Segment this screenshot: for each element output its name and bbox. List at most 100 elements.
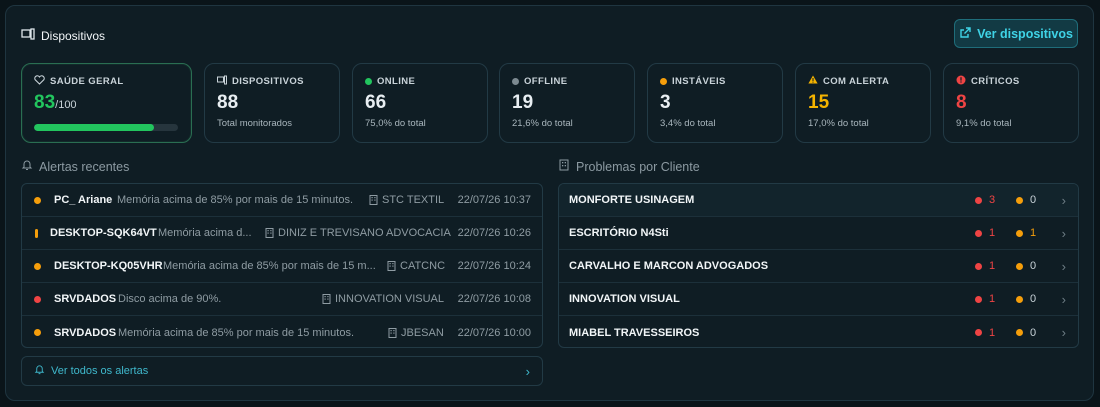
alert-row[interactable]: SRVDADOS Memória acima de 85% por mais d… [22, 316, 542, 347]
alert-client-name: CATCNC [400, 260, 446, 272]
building-icon [369, 195, 378, 205]
online-sub: 75,0% do total [365, 118, 426, 129]
alert-time: 22/07/26 10:37 [457, 194, 531, 206]
bell-icon [34, 364, 45, 378]
online-label: ONLINE [377, 75, 416, 87]
building-icon [387, 261, 396, 271]
view-devices-button[interactable]: Ver dispositivos [954, 19, 1078, 48]
view-all-alerts-label: Ver todos os alertas [51, 365, 149, 377]
devices-sub: Total monitorados [217, 118, 292, 129]
alert-device: PC_ Ariane [54, 194, 113, 206]
health-suffix: /100 [55, 99, 77, 111]
health-label: SAÚDE GERAL [50, 75, 124, 87]
alert-sub: 17,0% do total [808, 118, 869, 129]
chevron-right-icon: › [1061, 258, 1066, 274]
alert-time: 22/07/26 10:00 [457, 326, 531, 339]
warning-count-value: 0 [1030, 326, 1037, 339]
alert-severity-dot [34, 296, 41, 303]
view-devices-label: Ver dispositivos [977, 26, 1073, 41]
alert-client: CATCNC [387, 260, 445, 272]
alert-severity-dot [34, 197, 41, 204]
alert-row[interactable]: DESKTOP-KQ05VHR Memória acima de 85% por… [22, 250, 542, 283]
panel-title: Dispositivos [41, 28, 106, 43]
alert-row[interactable]: DESKTOP-SQK64VT Memória acima d... DINIZ… [22, 217, 542, 250]
alerts-section-header: Alertas recentes [21, 159, 129, 174]
health-progress-bar [34, 124, 178, 131]
building-icon [265, 228, 274, 238]
client-row[interactable]: MIABEL TRAVESSEIROS 1 0 › [559, 316, 1078, 347]
warning-count-value: 0 [1030, 293, 1037, 305]
critical-count: 1 [975, 293, 995, 305]
critical-count-value: 1 [989, 326, 996, 339]
critical-count-value: 3 [989, 194, 996, 206]
chevron-right-icon: › [1061, 225, 1066, 241]
critical-count: 1 [975, 227, 995, 239]
alert-time: 22/07/26 10:24 [457, 260, 531, 272]
warning-count: 1 [1016, 227, 1036, 239]
warning-dot [1016, 329, 1023, 336]
clients-section-title: Problemas por Cliente [576, 159, 700, 174]
critical-dot [975, 295, 982, 303]
critical-count-value: 1 [989, 293, 996, 305]
alert-severity-dot [35, 229, 38, 238]
health-label-row: SAÚDE GERAL [34, 74, 179, 87]
warning-count-value: 0 [1030, 194, 1037, 206]
alert-row[interactable]: SRVDADOS Disco acima de 90%. INNOVATION … [22, 283, 542, 316]
view-all-alerts-button[interactable]: Ver todos os alertas › [21, 356, 543, 386]
warning-dot [1016, 196, 1023, 204]
health-value-row: 83/100 [34, 92, 179, 116]
warning-triangle-icon [808, 75, 818, 87]
alert-card: COM ALERTA 15 17,0% do total [795, 63, 931, 143]
client-row[interactable]: ESCRITÓRIO N4Sti 1 1 › [559, 217, 1078, 250]
critical-count: 3 [975, 194, 995, 206]
warning-dot [1016, 295, 1023, 303]
offline-label: OFFLINE [524, 75, 568, 87]
warning-dot [1016, 229, 1023, 237]
alert-client-name: INNOVATION VISUAL [335, 293, 445, 305]
alert-time: 22/07/26 10:08 [457, 293, 531, 305]
critical-dot [975, 262, 982, 270]
alert-time: 22/07/26 10:26 [457, 227, 531, 239]
alert-message: Memória acima d... [158, 227, 252, 239]
building-icon [558, 159, 570, 174]
critical-count-value: 1 [989, 227, 996, 239]
alert-device: DESKTOP-KQ05VHR [54, 260, 163, 272]
external-link-icon [959, 26, 972, 42]
alert-client: DINIZ E TREVISANO ADVOCACIA [265, 227, 451, 239]
client-row[interactable]: MONFORTE USINAGEM 3 0 › [559, 184, 1078, 217]
offline-status-dot [512, 77, 519, 85]
unstable-status-dot [660, 77, 667, 85]
critical-count: 1 [975, 260, 995, 272]
building-icon [388, 327, 397, 338]
unstable-label: INSTÁVEIS [672, 75, 726, 87]
client-name: ESCRITÓRIO N4Sti [569, 227, 669, 239]
warning-count: 0 [1016, 194, 1036, 206]
client-name: MONFORTE USINAGEM [569, 194, 695, 206]
online-value: 66 [365, 92, 387, 113]
devices-value: 88 [217, 92, 239, 113]
warning-count-value: 0 [1030, 260, 1037, 272]
critical-dot [975, 229, 982, 237]
devices-card: DISPOSITIVOS 88 Total monitorados [204, 63, 340, 143]
building-icon [322, 294, 331, 304]
warning-count: 0 [1016, 260, 1036, 272]
health-card: SAÚDE GERAL 83/100 [21, 63, 192, 143]
alert-client-name: STC TEXTIL [382, 194, 445, 206]
alert-severity-dot [34, 263, 41, 270]
alert-label: COM ALERTA [823, 75, 890, 87]
client-name: CARVALHO E MARCON ADVOGADOS [569, 260, 769, 272]
client-row[interactable]: INNOVATION VISUAL 1 0 › [559, 283, 1078, 316]
alert-client-name: JBESAN [401, 326, 444, 339]
unstable-sub: 3,4% do total [660, 118, 716, 129]
critical-count: 1 [975, 327, 995, 339]
panel-header: Dispositivos [21, 27, 105, 44]
alert-client: INNOVATION VISUAL [322, 293, 444, 305]
client-row[interactable]: CARVALHO E MARCON ADVOGADOS 1 0 › [559, 250, 1078, 283]
health-value: 83 [34, 92, 56, 113]
alert-row[interactable]: PC_ Ariane Memória acima de 85% por mais… [22, 184, 542, 217]
unstable-card: INSTÁVEIS 3 3,4% do total [647, 63, 783, 143]
clients-section-header: Problemas por Cliente [558, 159, 700, 174]
bell-icon [21, 159, 33, 174]
client-name: MIABEL TRAVESSEIROS [569, 326, 700, 339]
recent-alerts-list: PC_ Ariane Memória acima de 85% por mais… [21, 183, 543, 348]
